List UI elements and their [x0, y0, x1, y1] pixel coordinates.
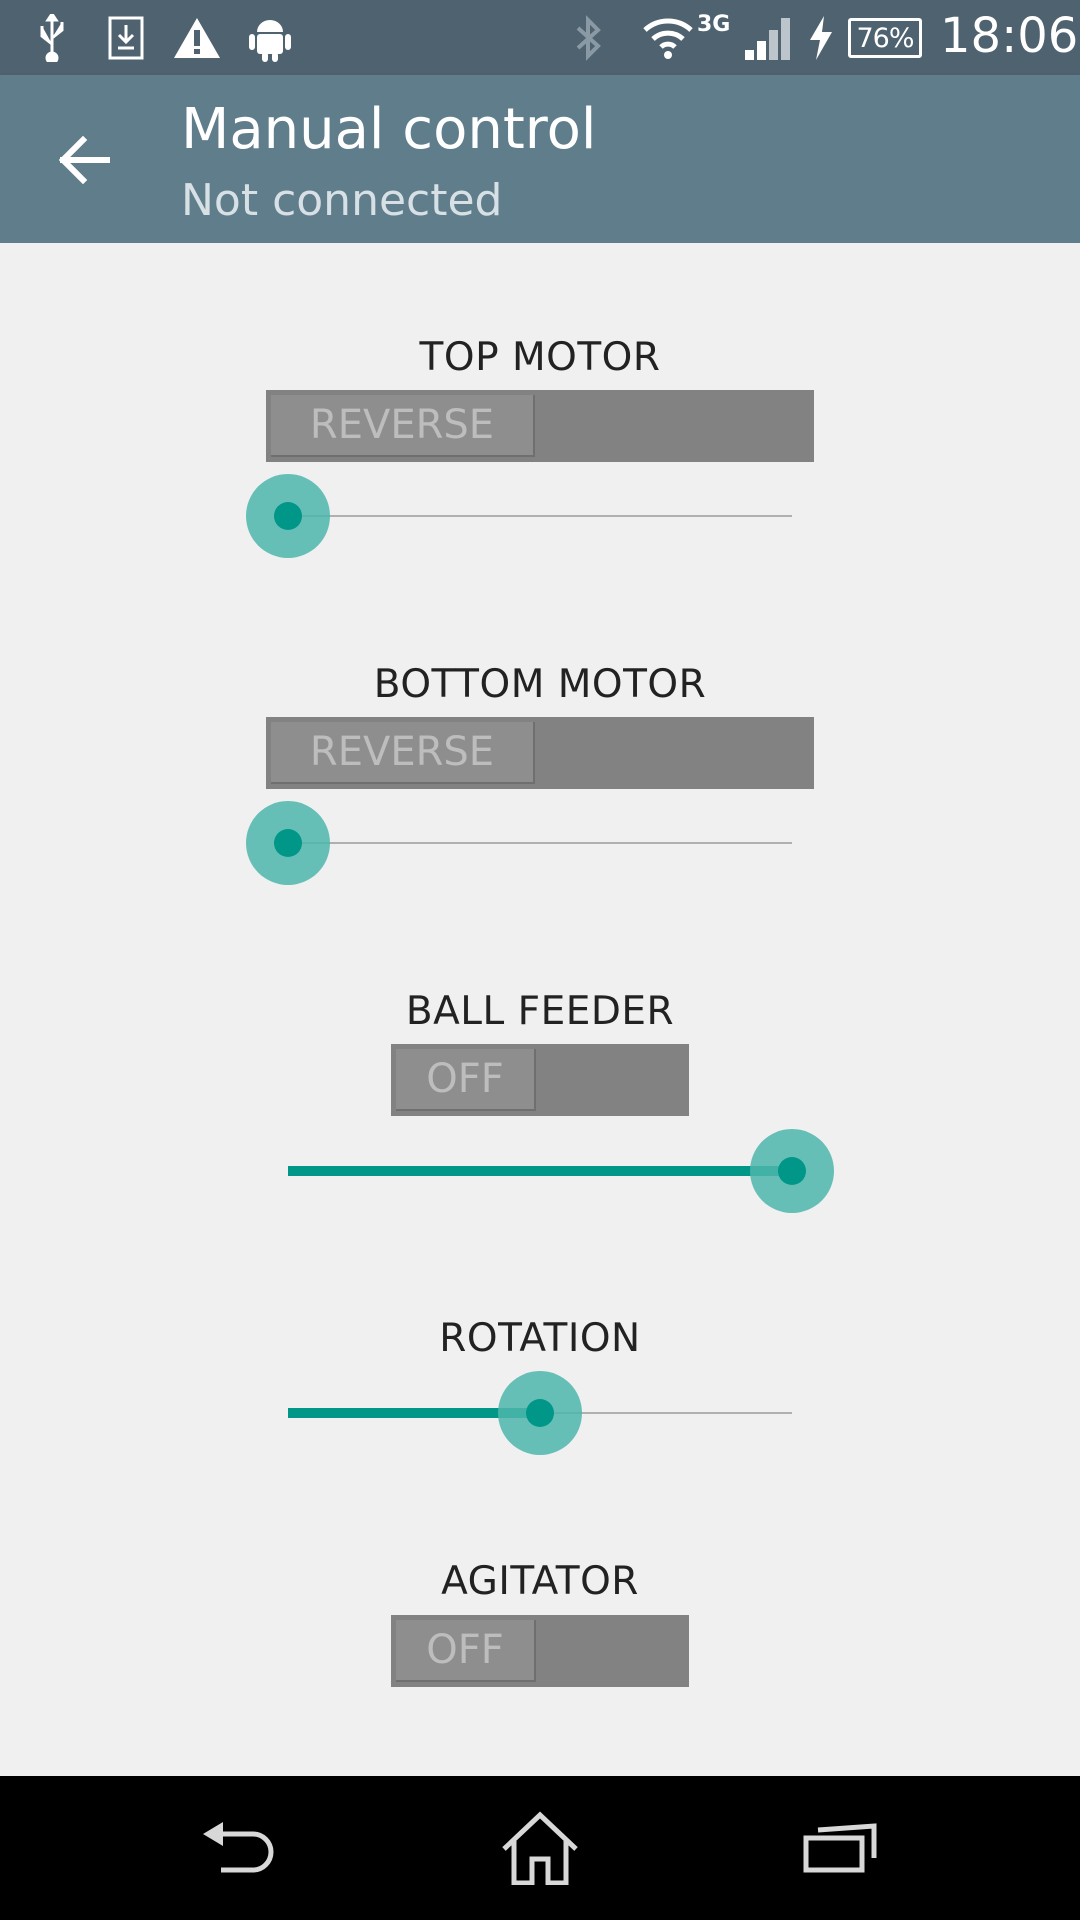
usb-icon — [32, 12, 72, 64]
wifi-icon — [640, 12, 696, 64]
slider-thumb[interactable] — [274, 502, 302, 530]
battery-icon: 76% — [846, 12, 924, 64]
nav-recents-button[interactable] — [785, 1803, 895, 1893]
toggle-knob: REVERSE — [271, 395, 535, 457]
back-button[interactable] — [40, 115, 130, 205]
navigation-bar — [0, 1776, 1080, 1920]
home-icon — [502, 1811, 578, 1885]
slider-fill — [288, 1166, 792, 1176]
connection-status: Not connected — [181, 175, 503, 226]
nav-back-button[interactable] — [186, 1803, 296, 1893]
bottom-motor-label: BOTTOM MOTOR — [373, 662, 707, 707]
download-icon — [104, 12, 148, 64]
network-type: 3G — [697, 12, 731, 37]
toggle-knob: OFF — [396, 1049, 536, 1111]
slider-thumb[interactable] — [274, 829, 302, 857]
android-icon — [246, 12, 294, 64]
agitator-label: AGITATOR — [441, 1559, 639, 1604]
battery-percent: 76% — [856, 22, 914, 54]
toggle-knob: OFF — [396, 1620, 536, 1682]
agitator-toggle[interactable]: OFF — [391, 1615, 689, 1687]
page-title: Manual control — [181, 97, 597, 162]
top-motor-reverse-toggle[interactable]: REVERSE — [266, 390, 814, 462]
warning-icon — [170, 12, 224, 64]
ball-feeder-slider[interactable] — [288, 1126, 834, 1216]
clock: 18:06 — [940, 8, 1079, 64]
status-bar: 3G 76% 18:06 — [0, 0, 1080, 75]
controls-panel: TOP MOTOR REVERSE BOTTOM MOTOR REVERSE B… — [0, 243, 1080, 1776]
slider-track — [288, 842, 792, 844]
slider-track — [288, 515, 792, 517]
bluetooth-icon — [568, 12, 608, 64]
arrow-back-icon — [59, 136, 110, 184]
rotation-label: ROTATION — [439, 1316, 641, 1361]
back-icon — [203, 1822, 274, 1873]
nav-home-button[interactable] — [485, 1803, 595, 1893]
ball-feeder-label: BALL FEEDER — [405, 989, 675, 1034]
top-motor-slider[interactable] — [246, 471, 792, 561]
toggle-knob: REVERSE — [271, 722, 535, 784]
bottom-motor-reverse-toggle[interactable]: REVERSE — [266, 717, 814, 789]
signal-icon — [742, 12, 794, 64]
ball-feeder-toggle[interactable]: OFF — [391, 1044, 689, 1116]
top-motor-label: TOP MOTOR — [419, 335, 661, 380]
charging-icon — [806, 12, 836, 64]
rotation-slider[interactable] — [288, 1368, 792, 1458]
slider-thumb[interactable] — [526, 1399, 554, 1427]
bottom-motor-slider[interactable] — [246, 798, 792, 888]
recents-icon — [803, 1823, 877, 1873]
action-bar: Manual control Not connected — [0, 75, 1080, 243]
slider-thumb[interactable] — [778, 1157, 806, 1185]
